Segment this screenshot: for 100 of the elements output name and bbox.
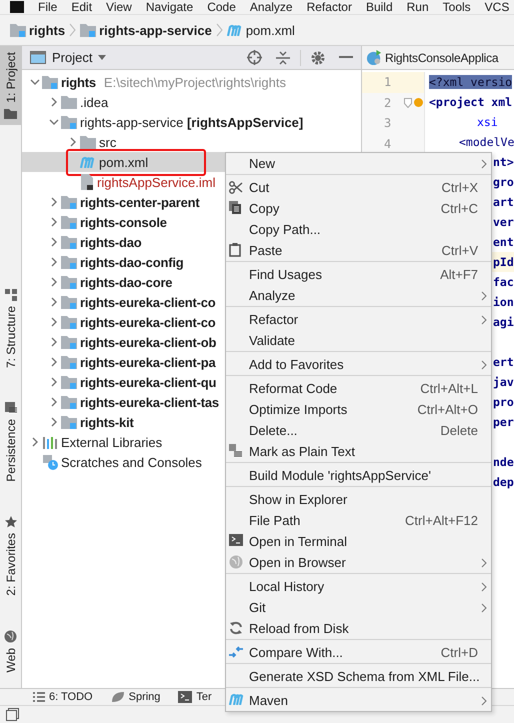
- menu-item[interactable]: File Path Ctrl+Alt+F12: [226, 510, 491, 531]
- menu-item[interactable]: Build Module 'rightsAppService': [226, 465, 491, 486]
- dropdown-caret-icon[interactable]: [98, 55, 106, 60]
- tree-row[interactable]: src: [22, 132, 361, 152]
- code-text: pId: [493, 255, 514, 269]
- code-text: fac: [493, 275, 514, 289]
- menu-item[interactable]: Copy Ctrl+C: [226, 198, 491, 219]
- menu-item[interactable]: Local History: [226, 576, 491, 597]
- tool-window-tab[interactable]: 6: TODO: [33, 691, 93, 703]
- folder-name: rights-dao-core: [80, 274, 172, 290]
- shortcut-text: Ctrl+Alt+F12: [405, 513, 478, 528]
- panel-title[interactable]: Project: [52, 50, 92, 65]
- window-icon: [30, 51, 46, 64]
- menu-item[interactable]: Paste Ctrl+V: [226, 240, 491, 261]
- menu-item[interactable]: Git: [226, 597, 491, 618]
- code-text: ion: [493, 295, 514, 309]
- tool-window-tab[interactable]: 2: Favorites: [0, 510, 22, 602]
- shortcut-text: Ctrl+Alt+L: [420, 381, 478, 396]
- maven-icon: [226, 24, 243, 36]
- menu-item[interactable]: Edit: [71, 0, 92, 14]
- menu-item[interactable]: Analyze: [226, 285, 491, 306]
- breadcrumb[interactable]: rights-app-service: [80, 22, 212, 38]
- file-name: pom.xml: [99, 154, 148, 170]
- code-text: ver: [493, 215, 514, 229]
- menu-item[interactable]: Reformat Code Ctrl+Alt+L: [226, 378, 491, 399]
- menu-item[interactable]: Refactor: [226, 309, 491, 330]
- line-number: 4: [383, 136, 392, 152]
- folder-path: E:\sitech\myProject\rights\rights: [104, 74, 286, 90]
- tool-window-tab[interactable]: Persistence: [0, 396, 22, 488]
- menu-item[interactable]: VCS: [484, 0, 510, 14]
- menu-item[interactable]: Tools: [442, 0, 471, 14]
- menu-item[interactable]: Mark as Plain Text: [226, 441, 491, 462]
- folder-name: src: [99, 134, 116, 150]
- clipboard-icon: [229, 243, 241, 257]
- scissors-icon: [229, 180, 243, 194]
- tool-window-tab[interactable]: 7: Structure: [0, 283, 22, 374]
- breadcrumb[interactable]: pom.xml: [226, 22, 295, 38]
- menu-item[interactable]: Find Usages Alt+F7: [226, 264, 491, 285]
- menu-item[interactable]: Refactor: [306, 0, 352, 14]
- breadcrumb[interactable]: rights: [10, 22, 66, 38]
- module-folder-icon: [61, 275, 77, 289]
- tool-window-tab[interactable]: Web: [0, 624, 22, 678]
- folder-name: Scratches and Consoles: [61, 454, 202, 470]
- menu-item[interactable]: View: [106, 0, 132, 14]
- tool-window-tab[interactable]: 1: Project: [0, 46, 22, 125]
- reload-icon: [229, 621, 243, 635]
- module-folder-icon: [61, 255, 77, 269]
- menu-item[interactable]: Code: [207, 0, 236, 14]
- menu-item[interactable]: Optimize Imports Ctrl+Alt+O: [226, 399, 491, 420]
- chevron-right-icon: [216, 23, 223, 37]
- menu-item[interactable]: Run: [406, 0, 429, 14]
- menu-item[interactable]: Maven: [226, 690, 491, 711]
- tree-row[interactable]: rights E:\sitech\myProject\rights\rights: [22, 72, 361, 92]
- menu-item[interactable]: Reload from Disk: [226, 618, 491, 639]
- collapse-icon[interactable]: [276, 50, 290, 64]
- menu-item[interactable]: Delete... Delete: [226, 420, 491, 441]
- menu-item[interactable]: Validate: [226, 330, 491, 351]
- tool-window-tab[interactable]: Spring: [110, 691, 160, 703]
- tree-row[interactable]: .idea: [22, 92, 361, 112]
- chevron-down-icon[interactable]: [47, 117, 61, 127]
- terminal-icon: [229, 534, 243, 546]
- module-folder-icon: [61, 295, 77, 309]
- code-text: per: [493, 415, 514, 429]
- shortcut-text: Delete: [440, 423, 478, 438]
- line-number: 3: [383, 115, 392, 132]
- module-folder-icon: [42, 75, 58, 89]
- menu-item[interactable]: Navigate: [146, 0, 194, 14]
- tool-window-tab[interactable]: Ter: [178, 691, 212, 703]
- code-text: nde: [493, 455, 514, 469]
- folder-name: rights-eureka-client-ob: [80, 334, 216, 350]
- menu-item[interactable]: Cut Ctrl+X: [226, 177, 491, 198]
- menu-item[interactable]: Compare With... Ctrl+D: [226, 642, 491, 663]
- menu-item[interactable]: Build: [366, 0, 393, 14]
- shortcut-text: Ctrl+D: [440, 645, 478, 660]
- menu-item[interactable]: Analyze: [250, 0, 293, 14]
- module-folder-icon: [61, 395, 77, 409]
- module-folder-icon: [61, 375, 77, 389]
- module-folder-icon: [10, 23, 26, 37]
- code-text: <modelVe: [459, 135, 514, 149]
- tree-row[interactable]: rights-app-service [rightsAppService]: [22, 112, 361, 132]
- menu-item[interactable]: Add to Favorites: [226, 354, 491, 375]
- menu-item[interactable]: Generate XSD Schema from XML File...: [226, 666, 491, 687]
- terminal-icon: [178, 691, 192, 703]
- minimize-icon[interactable]: [339, 56, 353, 59]
- scratches-icon: [42, 454, 58, 470]
- folder-name: .idea: [80, 94, 108, 110]
- menu-item[interactable]: File: [38, 0, 58, 14]
- menu-item[interactable]: Open in Terminal: [226, 531, 491, 552]
- fold-icon[interactable]: [404, 98, 412, 108]
- settings-icon[interactable]: [311, 50, 325, 64]
- layout-icon[interactable]: [6, 708, 19, 721]
- folder-name: External Libraries: [61, 434, 162, 450]
- code-text: ert: [493, 355, 514, 369]
- menu-item[interactable]: Open in Browser: [226, 552, 491, 573]
- code-text: jav: [493, 375, 514, 389]
- menu-item[interactable]: Show in Explorer: [226, 489, 491, 510]
- code-text: pro: [493, 395, 514, 409]
- menu-item[interactable]: Copy Path...: [226, 219, 491, 240]
- crosshair-icon[interactable]: [247, 50, 262, 65]
- chevron-down-icon[interactable]: [28, 77, 42, 87]
